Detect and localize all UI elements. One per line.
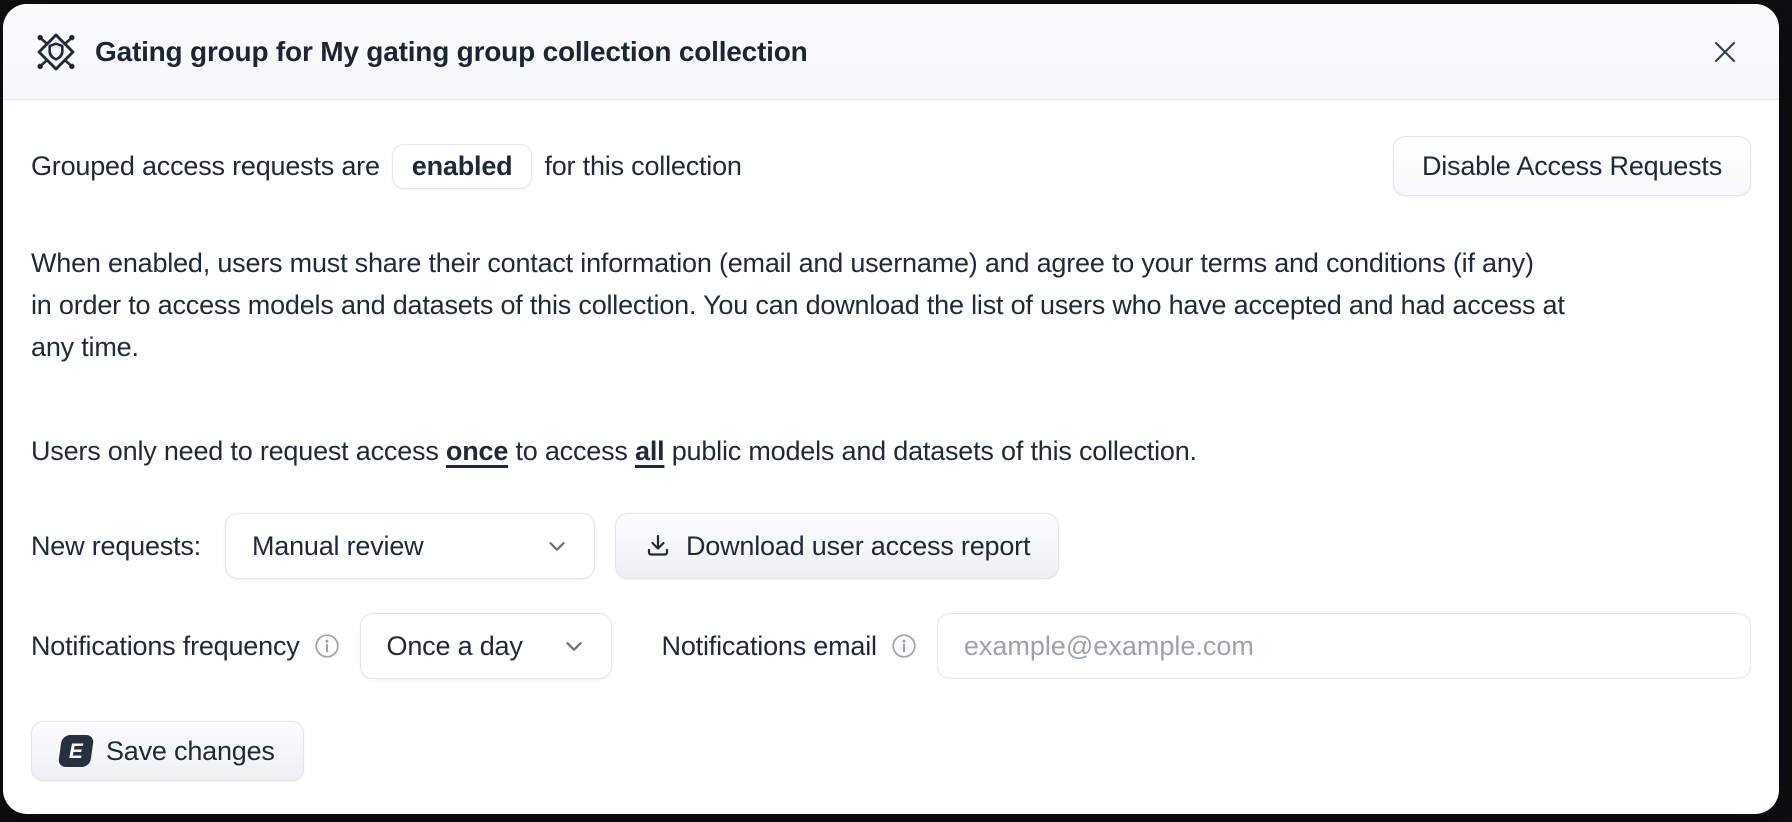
info-icon: [314, 633, 340, 659]
notifications-frequency-label: Notifications frequency: [31, 631, 300, 662]
note-middle: to access: [508, 436, 635, 466]
enterprise-icon: E: [58, 735, 94, 767]
download-button-label: Download user access report: [686, 531, 1030, 562]
footer-row: E Save changes: [31, 721, 1751, 781]
notifications-email-label: Notifications email: [662, 631, 877, 662]
notifications-frequency-selected-value: Once a day: [387, 631, 523, 662]
download-icon: [644, 532, 672, 560]
status-row: Grouped access requests are enabled for …: [31, 136, 1751, 196]
note-all: all: [635, 436, 664, 466]
note-prefix: Users only need to request access: [31, 436, 446, 466]
notifications-row: Notifications frequency Once a day Notif…: [31, 613, 1751, 679]
enterprise-icon-glyph: E: [69, 741, 83, 762]
chevron-down-icon: [542, 531, 572, 561]
notifications-email-input[interactable]: [937, 613, 1751, 679]
modal-title: Gating group for My gating group collect…: [95, 36, 808, 68]
description-paragraph: When enabled, users must share their con…: [31, 242, 1751, 368]
gating-group-modal: Gating group for My gating group collect…: [3, 4, 1779, 814]
disable-access-requests-button[interactable]: Disable Access Requests: [1393, 136, 1751, 196]
notifications-frequency-select[interactable]: Once a day: [360, 613, 612, 679]
gating-group-icon: [33, 29, 79, 75]
new-requests-label: New requests:: [31, 531, 201, 562]
note-line: Users only need to request access once t…: [31, 430, 1751, 472]
save-button-label: Save changes: [106, 736, 275, 767]
note-once: once: [446, 436, 508, 466]
note-suffix: public models and datasets of this colle…: [664, 436, 1196, 466]
status-badge: enabled: [392, 144, 533, 189]
close-button[interactable]: [1705, 32, 1745, 72]
save-changes-button[interactable]: E Save changes: [31, 721, 304, 781]
status-text-before: Grouped access requests are: [31, 151, 380, 182]
close-icon: [1712, 39, 1738, 65]
status-text-after: for this collection: [544, 151, 741, 182]
new-requests-row: New requests: Manual review Dow: [31, 513, 1751, 579]
download-user-access-report-button[interactable]: Download user access report: [615, 513, 1059, 579]
new-requests-selected-value: Manual review: [252, 531, 423, 562]
chevron-down-icon: [559, 631, 589, 661]
info-icon: [891, 633, 917, 659]
new-requests-select[interactable]: Manual review: [225, 513, 595, 579]
modal-header: Gating group for My gating group collect…: [3, 4, 1779, 100]
